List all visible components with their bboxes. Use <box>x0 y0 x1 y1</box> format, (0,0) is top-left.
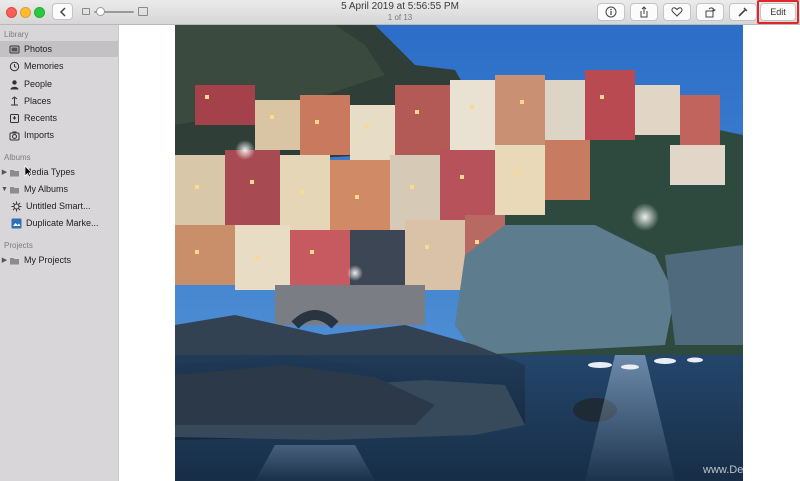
sidebar-item-label: Places <box>24 96 52 106</box>
tools-button[interactable] <box>729 3 757 21</box>
heart-icon <box>671 7 683 17</box>
info-icon <box>605 6 617 18</box>
projects-heading: Projects <box>4 241 33 250</box>
photos-icon <box>9 44 20 55</box>
sidebar-item-label: Untitled Smart... <box>26 201 91 211</box>
window-title-block: 5 April 2019 at 5:56:55 PM 1 of 13 <box>300 1 500 23</box>
share-icon <box>640 6 648 18</box>
photo-date-title: 5 April 2019 at 5:56:55 PM <box>341 1 459 12</box>
chevron-left-icon <box>59 6 66 17</box>
memories-icon <box>9 61 20 72</box>
recents-icon <box>9 113 20 124</box>
sidebar-item-duplicate-marker-album[interactable]: Duplicate Marke... <box>0 215 118 231</box>
sidebar-item-untitled-smart-album[interactable]: Untitled Smart... <box>0 198 118 214</box>
sidebar-item-recents[interactable]: Recents <box>0 110 118 126</box>
edit-button[interactable]: Edit <box>760 3 796 21</box>
disclosure-triangle-icon[interactable]: ▼ <box>0 186 9 193</box>
sidebar-item-imports[interactable]: Imports <box>0 127 118 143</box>
albums-heading: Albums <box>4 153 31 162</box>
sidebar-item-label: My Albums <box>24 184 69 194</box>
photos-window: 5 April 2019 at 5:56:55 PM 1 of 13 Edit … <box>0 0 800 481</box>
tools-icon <box>738 7 748 17</box>
folder-icon <box>9 167 20 178</box>
imports-icon <box>9 130 20 141</box>
photo-watermark: www.De <box>702 464 743 476</box>
sidebar-item-label: Duplicate Marke... <box>26 218 99 228</box>
mouse-cursor-icon <box>24 165 33 178</box>
smart-album-icon <box>11 201 22 212</box>
library-heading: Library <box>4 30 29 39</box>
sidebar: Library Photos Memories People Places Re… <box>0 25 119 481</box>
title-bar: 5 April 2019 at 5:56:55 PM 1 of 13 Edit <box>0 0 800 25</box>
sidebar-item-memories[interactable]: Memories <box>0 58 118 74</box>
sidebar-item-media-types[interactable]: ▶ Media Types <box>0 164 118 180</box>
back-button[interactable] <box>52 3 73 20</box>
photo-position-counter: 1 of 13 <box>387 13 413 22</box>
close-window-button[interactable] <box>6 7 17 18</box>
sidebar-item-people[interactable]: People <box>0 76 118 92</box>
folder-icon <box>9 184 20 195</box>
sidebar-item-label: Photos <box>24 44 53 54</box>
zoom-slider[interactable] <box>82 6 148 18</box>
sidebar-item-label: Imports <box>24 130 55 140</box>
sidebar-item-label: Recents <box>24 113 58 123</box>
album-icon <box>11 218 22 229</box>
rotate-button[interactable] <box>696 3 724 21</box>
large-photo-icon <box>138 7 148 16</box>
share-button[interactable] <box>630 3 658 21</box>
sidebar-item-label: My Projects <box>24 255 72 265</box>
folder-icon <box>9 255 20 266</box>
sidebar-item-label: People <box>24 79 53 89</box>
disclosure-triangle-icon[interactable]: ▶ <box>0 168 9 176</box>
sidebar-item-my-projects[interactable]: ▶ My Projects <box>0 252 118 268</box>
sidebar-item-label: Memories <box>24 61 64 71</box>
minimize-window-button[interactable] <box>20 7 31 18</box>
info-button[interactable] <box>597 3 625 21</box>
places-icon <box>9 95 20 107</box>
sidebar-item-places[interactable]: Places <box>0 93 118 109</box>
zoom-slider-knob[interactable] <box>96 7 105 16</box>
fullscreen-window-button[interactable] <box>34 7 45 18</box>
photo-image[interactable]: www.De <box>175 25 743 481</box>
rotate-icon <box>705 7 716 18</box>
disclosure-triangle-icon[interactable]: ▶ <box>0 256 9 264</box>
small-photo-icon <box>82 8 90 15</box>
coastal-village-photo: www.De <box>175 25 743 481</box>
favorite-button[interactable] <box>663 3 691 21</box>
sidebar-item-photos[interactable]: Photos <box>0 41 118 57</box>
sidebar-item-my-albums[interactable]: ▼ My Albums <box>0 181 118 197</box>
people-icon <box>9 79 20 90</box>
